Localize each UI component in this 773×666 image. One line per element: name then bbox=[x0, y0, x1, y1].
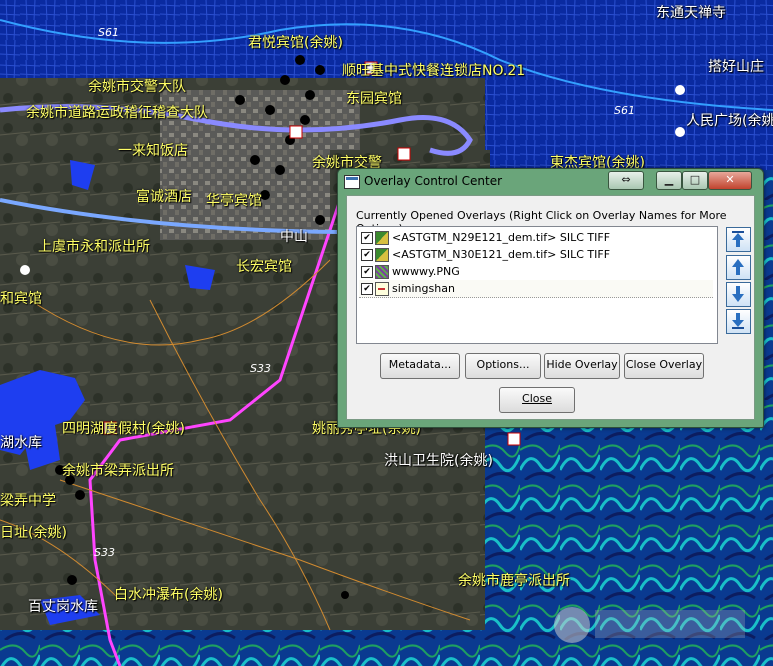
road-label-s33-north: S33 bbox=[250, 362, 271, 375]
resize-arrows-icon[interactable]: ⇔ bbox=[608, 171, 644, 190]
dialog-title: Overlay Control Center bbox=[364, 174, 503, 188]
map-label-zhongshan: 中山 bbox=[280, 229, 308, 245]
raster-tif-icon bbox=[375, 248, 389, 262]
raster-tif-icon bbox=[375, 231, 389, 245]
close-button[interactable]: Close bbox=[499, 387, 575, 413]
minimize-icon[interactable]: ▁ bbox=[656, 171, 682, 190]
road-label-s33-south: S33 bbox=[94, 546, 115, 559]
options-button[interactable]: Options... bbox=[465, 353, 541, 379]
map-label-fucheng-hotel: 富诚酒店 bbox=[136, 189, 192, 205]
map-label-traffic-police-brigade: 余姚市交警大队 bbox=[88, 79, 186, 95]
dialog-titlebar[interactable]: Overlay Control Center ⇔ ▁ □ ✕ bbox=[338, 169, 763, 195]
close-overlay-button[interactable]: Close Overlay bbox=[624, 353, 704, 379]
map-label-site: 日址(余姚) bbox=[0, 525, 67, 541]
overlay-row[interactable]: ✔ wwwwy.PNG bbox=[359, 263, 713, 280]
overlay-name[interactable]: <ASTGTM_N30E121_dem.tif> SILC TIFF bbox=[392, 246, 610, 263]
map-label-liangnong-middle-school: 梁弄中学 bbox=[0, 493, 56, 509]
map-label-dahao-villa: 搭好山庄 bbox=[708, 59, 764, 75]
overlay-list[interactable]: ✔ <ASTGTM_N29E121_dem.tif> SILC TIFF ✔ <… bbox=[356, 226, 718, 344]
map-label-hongshan-clinic: 洪山卫生院(余姚) bbox=[384, 453, 493, 469]
map-label-shangyu-police-station: 上虞市永和派出所 bbox=[38, 239, 150, 255]
hide-overlay-button[interactable]: Hide Overlay bbox=[544, 353, 620, 379]
overlay-checkbox[interactable]: ✔ bbox=[361, 232, 373, 244]
map-label-yilaizhi-restaurant: 一来知饭店 bbox=[118, 143, 188, 159]
overlay-checkbox[interactable]: ✔ bbox=[361, 266, 373, 278]
overlay-row-selected[interactable]: ✔ simingshan bbox=[359, 280, 713, 298]
overlay-name[interactable]: wwwwy.PNG bbox=[392, 263, 460, 280]
map-label-lake-reservoir: 湖水库 bbox=[0, 435, 42, 451]
vector-icon bbox=[375, 282, 389, 296]
overlay-control-center-dialog: Overlay Control Center ⇔ ▁ □ ✕ Currently… bbox=[337, 168, 764, 428]
move-to-top-icon[interactable] bbox=[726, 227, 751, 252]
overlay-row[interactable]: ✔ <ASTGTM_N29E121_dem.tif> SILC TIFF bbox=[359, 229, 713, 246]
map-label-huating-hotel: 华亭宾馆 bbox=[206, 193, 262, 209]
map-label-baizhanggang-reservoir: 百丈岗水库 bbox=[28, 599, 98, 615]
overlay-name[interactable]: <ASTGTM_N29E121_dem.tif> SILC TIFF bbox=[392, 229, 610, 246]
map-label-road-transport-inspection: 余姚市道路运政稽征稽查大队 bbox=[26, 105, 208, 121]
move-to-bottom-icon[interactable] bbox=[726, 309, 751, 334]
map-label-he-hotel: 和宾馆 bbox=[0, 291, 42, 307]
window-icon bbox=[344, 175, 360, 189]
close-window-icon[interactable]: ✕ bbox=[708, 171, 752, 190]
overlay-checkbox[interactable]: ✔ bbox=[361, 249, 373, 261]
move-up-icon[interactable] bbox=[726, 255, 751, 280]
maximize-icon[interactable]: □ bbox=[682, 171, 708, 190]
map-label-peoples-square: 人民广场(余姚) bbox=[686, 113, 773, 129]
raster-png-icon bbox=[375, 265, 389, 279]
overlay-name[interactable]: simingshan bbox=[392, 280, 455, 297]
dialog-panel: Currently Opened Overlays (Right Click o… bbox=[346, 195, 755, 420]
map-label-shunwangji: 顺旺基中式快餐连锁店NO.21 bbox=[342, 63, 526, 79]
map-label-dongyuan-hotel: 东园宾馆 bbox=[346, 91, 402, 107]
move-down-icon[interactable] bbox=[726, 282, 751, 307]
map-label-dongtong-temple: 东通天禅寺 bbox=[656, 5, 726, 21]
map-label-junyue-hotel: 君悦宾馆(余姚) bbox=[248, 35, 343, 51]
map-label-baishui-waterfall: 白水冲瀑布(余姚) bbox=[114, 587, 223, 603]
map-label-liangnong-police-station: 余姚市梁弄派出所 bbox=[62, 463, 174, 479]
road-label-s61-east: S61 bbox=[614, 104, 635, 117]
map-label-luting-police-station: 余姚市鹿亭派出所 bbox=[458, 573, 570, 589]
map-label-changhong-hotel: 长宏宾馆 bbox=[236, 259, 292, 275]
road-label-s61-west: S61 bbox=[98, 26, 119, 39]
metadata-button[interactable]: Metadata... bbox=[380, 353, 460, 379]
map-label-siming-lake-resort: 四明湖度假村(余姚) bbox=[62, 421, 185, 437]
overlay-row[interactable]: ✔ <ASTGTM_N30E121_dem.tif> SILC TIFF bbox=[359, 246, 713, 263]
overlay-checkbox[interactable]: ✔ bbox=[361, 283, 373, 295]
